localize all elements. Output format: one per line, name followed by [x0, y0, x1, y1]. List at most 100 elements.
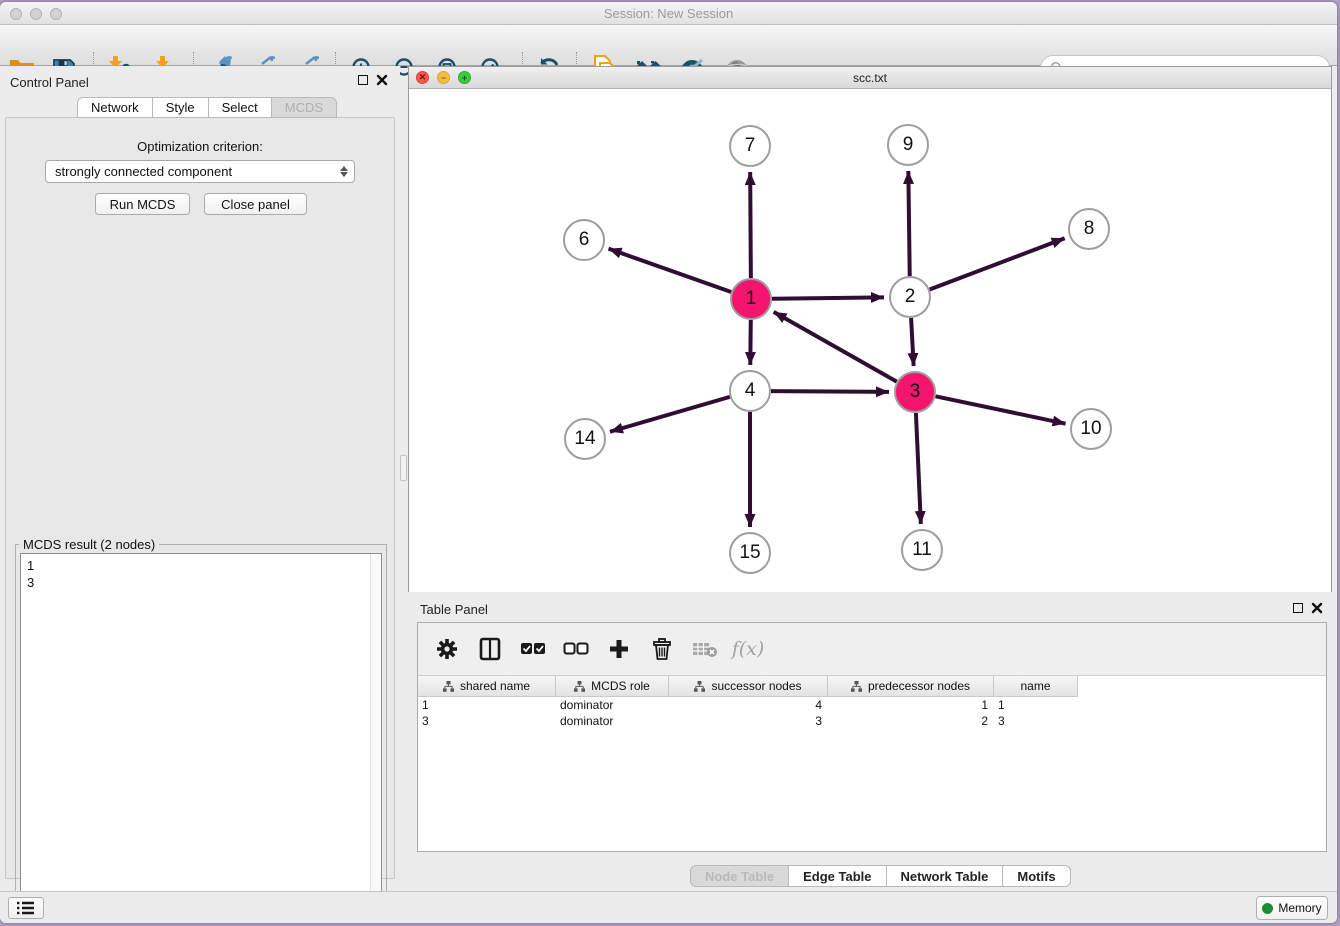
network-title: scc.txt	[409, 71, 1331, 85]
graph-edge-1-6[interactable]	[609, 249, 732, 292]
table-panel: Table Panel	[408, 592, 1337, 891]
control-panel: Control Panel Network Style Select MCDS …	[0, 66, 400, 882]
column-header-name[interactable]: name	[994, 676, 1078, 697]
tab-node-table[interactable]: Node Table	[690, 865, 788, 887]
column-label: successor nodes	[711, 679, 801, 693]
graph-node-1[interactable]: 1	[730, 278, 772, 320]
tab-style[interactable]: Style	[152, 97, 208, 118]
task-history-button[interactable]	[8, 897, 44, 919]
criterion-value: strongly connected component	[55, 164, 232, 179]
table-row[interactable]: 1 dominator 4 1 1	[418, 697, 1078, 713]
graph-edge-1-2[interactable]	[772, 297, 884, 298]
tab-network[interactable]: Network	[77, 97, 152, 118]
panel-splitter-handle[interactable]	[400, 455, 407, 481]
close-panel-button[interactable]: Close panel	[204, 193, 307, 215]
split-panel-icon[interactable]	[477, 636, 503, 662]
criterion-select[interactable]: strongly connected component	[45, 160, 355, 183]
gear-icon[interactable]	[434, 636, 460, 662]
table-panel-title: Table Panel	[420, 602, 488, 617]
float-panel-icon[interactable]	[358, 75, 368, 85]
graph-node-10[interactable]: 10	[1070, 408, 1112, 450]
cell-mcds-role[interactable]: dominator	[556, 713, 669, 729]
graph-edge-2-8[interactable]	[930, 238, 1065, 289]
column-label: shared name	[460, 679, 530, 693]
column-header-predecessor-nodes[interactable]: predecessor nodes	[828, 676, 994, 697]
unselect-all-icon[interactable]	[563, 636, 589, 662]
cell-predecessor-nodes[interactable]: 1	[828, 697, 994, 713]
column-type-icon	[574, 681, 585, 692]
network-window: ✕ − + scc.txt 1 2 3 4 6 7 8 9 10 11 14 15	[408, 66, 1332, 592]
tab-mcds[interactable]: MCDS	[271, 97, 337, 118]
delete-column-icon[interactable]	[649, 636, 675, 662]
graph-node-3[interactable]: 3	[894, 371, 936, 413]
graph-edge-3-1[interactable]	[774, 312, 897, 382]
column-label: MCDS role	[591, 679, 650, 693]
graph-node-7[interactable]: 7	[729, 125, 771, 167]
optimization-criterion-label: Optimization criterion:	[6, 139, 394, 154]
result-line: 1	[27, 557, 381, 574]
close-panel-icon[interactable]	[376, 74, 388, 86]
control-panel-title: Control Panel	[10, 75, 89, 90]
graph-edge-3-11[interactable]	[916, 413, 921, 524]
cell-name[interactable]: 1	[994, 697, 1078, 713]
column-type-icon	[851, 681, 862, 692]
graph-edge-2-3[interactable]	[911, 318, 914, 366]
cell-successor-nodes[interactable]: 3	[669, 713, 828, 729]
graph-edge-2-9[interactable]	[908, 171, 909, 276]
table-row[interactable]: 3 dominator 3 2 3	[418, 713, 1078, 729]
column-label: name	[1020, 679, 1050, 693]
network-titlebar[interactable]: ✕ − + scc.txt	[409, 67, 1331, 89]
graph-edge-1-7[interactable]	[750, 172, 751, 278]
network-canvas[interactable]: 1 2 3 4 6 7 8 9 10 11 14 15	[409, 89, 1331, 592]
control-panel-tabs: Network Style Select MCDS	[77, 97, 337, 118]
cell-mcds-role[interactable]: dominator	[556, 697, 669, 713]
graph-node-2[interactable]: 2	[889, 276, 931, 318]
main-titlebar: Session: New Session	[0, 2, 1337, 25]
tab-edge-table[interactable]: Edge Table	[788, 865, 885, 887]
select-stepper-icon	[337, 163, 350, 180]
mcds-result-text[interactable]: 1 3	[20, 553, 382, 921]
mcds-result-group: MCDS result (2 nodes) 1 3	[15, 544, 387, 923]
column-type-icon	[443, 681, 454, 692]
cell-shared-name[interactable]: 1	[418, 697, 556, 713]
graph-node-8[interactable]: 8	[1068, 208, 1110, 250]
delete-table-icon[interactable]	[692, 636, 718, 662]
graph-node-4[interactable]: 4	[729, 370, 771, 412]
column-header-mcds-role[interactable]: MCDS role	[556, 676, 669, 697]
select-all-icon[interactable]	[520, 636, 546, 662]
result-scrollbar[interactable]	[370, 554, 381, 920]
cell-name[interactable]: 3	[994, 713, 1078, 729]
run-mcds-button[interactable]: Run MCDS	[95, 193, 190, 215]
graph-node-14[interactable]: 14	[564, 418, 606, 460]
column-header-successor-nodes[interactable]: successor nodes	[669, 676, 828, 697]
graph-node-11[interactable]: 11	[901, 529, 943, 571]
memory-label: Memory	[1278, 901, 1321, 915]
memory-button[interactable]: Memory	[1256, 896, 1328, 920]
column-header-shared-name[interactable]: shared name	[418, 676, 556, 697]
add-column-icon[interactable]	[606, 636, 632, 662]
tab-network-table[interactable]: Network Table	[886, 865, 1003, 887]
graph-edges	[409, 89, 1331, 592]
graph-edge-4-14[interactable]	[610, 397, 730, 432]
tab-motifs[interactable]: Motifs	[1002, 865, 1070, 887]
list-icon	[17, 900, 35, 916]
node-table: f(x) shared name MCDS role successor nod…	[417, 622, 1327, 852]
graph-node-6[interactable]: 6	[563, 219, 605, 261]
function-builder-icon[interactable]: f(x)	[735, 636, 761, 662]
graph-node-9[interactable]: 9	[887, 124, 929, 166]
cell-predecessor-nodes[interactable]: 2	[828, 713, 994, 729]
cell-successor-nodes[interactable]: 4	[669, 697, 828, 713]
graph-node-15[interactable]: 15	[729, 532, 771, 574]
float-table-panel-icon[interactable]	[1293, 603, 1303, 613]
column-type-icon	[694, 681, 705, 692]
window-title: Session: New Session	[0, 6, 1337, 21]
mcds-panel-content: Optimization criterion: strongly connect…	[5, 117, 395, 879]
table-header-row: shared name MCDS role successor nodes pr…	[418, 676, 1078, 697]
graph-edge-4-3[interactable]	[771, 391, 889, 392]
close-table-panel-icon[interactable]	[1311, 602, 1323, 614]
column-label: predecessor nodes	[868, 679, 970, 693]
cell-shared-name[interactable]: 3	[418, 713, 556, 729]
graph-edge-3-10[interactable]	[936, 396, 1066, 423]
mcds-result-title: MCDS result (2 nodes)	[19, 537, 159, 552]
tab-select[interactable]: Select	[208, 97, 271, 118]
